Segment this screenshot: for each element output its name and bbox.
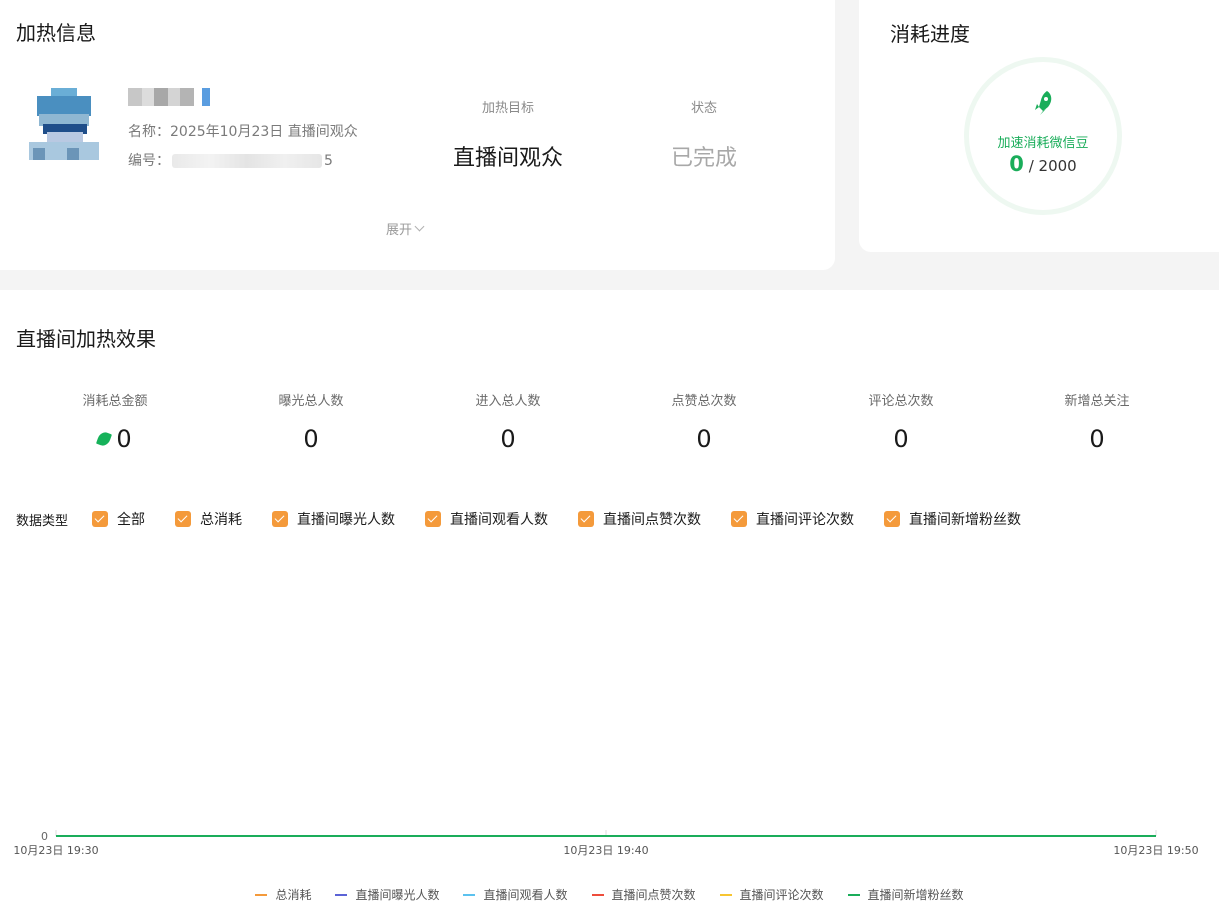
stat-new-follows: 新增总关注 0 [1007, 390, 1187, 453]
stat-label: 曝光总人数 [278, 394, 344, 409]
stat-value: 0 [1089, 425, 1105, 453]
name-label: 名称： [128, 124, 170, 140]
stat-label: 新增总关注 [1064, 394, 1130, 409]
account-name-blurred [128, 88, 220, 106]
filter-label: 直播间点赞次数 [603, 512, 702, 528]
legend-item[interactable]: 直播间曝光人数 [335, 886, 439, 903]
legend-item[interactable]: 直播间观看人数 [463, 886, 568, 903]
filter-viewers-checkbox[interactable]: 直播间观看人数 [425, 509, 548, 529]
stat-value: 0 [116, 425, 132, 453]
stat-exposure: 曝光总人数 0 [221, 390, 401, 453]
filter-exposure-checkbox[interactable]: 直播间曝光人数 [272, 509, 395, 529]
stat-label: 评论总次数 [868, 394, 934, 409]
y-tick-label: 0 [41, 830, 48, 843]
legend-item[interactable]: 直播间点赞次数 [591, 886, 696, 903]
legend-label: 直播间新增粉丝数 [867, 888, 964, 902]
legend-swatch [463, 893, 476, 896]
filter-likes-checkbox[interactable]: 直播间点赞次数 [578, 509, 701, 529]
stat-value: 0 [500, 425, 516, 453]
chevron-down-icon [414, 221, 425, 232]
filter-new-fans-checkbox[interactable]: 直播间新增粉丝数 [884, 509, 1021, 529]
progress-total: / 2000 [1028, 157, 1077, 175]
legend-label: 直播间评论次数 [739, 888, 824, 902]
filter-label: 总消耗 [200, 512, 243, 528]
effect-card: 直播间加热效果 消耗总金额 0 曝光总人数 0 进入总人数 0 点赞总次数 0 … [0, 290, 1219, 918]
legend-label: 总消耗 [275, 888, 312, 902]
expand-label: 展开 [386, 223, 413, 238]
data-type-filters: 数据类型 全部 总消耗 直播间曝光人数 直播间观看人数 直播间点赞次数 直播间评… [16, 509, 1051, 529]
plan-id-line: 编号： 5 [128, 150, 333, 170]
filter-label: 全部 [117, 512, 146, 528]
legend-swatch [847, 893, 860, 896]
progress-current: 0 [1009, 152, 1024, 176]
filter-comments-checkbox[interactable]: 直播间评论次数 [731, 509, 854, 529]
avatar [27, 88, 101, 162]
stat-total-cost: 消耗总金额 0 [25, 390, 205, 453]
heating-info-title: 加热信息 [16, 21, 96, 45]
stat-value: 0 [893, 425, 909, 453]
plan-id-suffix: 5 [324, 153, 333, 169]
plan-name: 2025年10月23日 直播间观众 [170, 124, 358, 140]
target-label: 加热目标 [481, 101, 534, 116]
progress-title: 消耗进度 [890, 22, 970, 46]
checkbox-checked-icon [884, 511, 901, 527]
filter-total-cost-checkbox[interactable]: 总消耗 [175, 509, 242, 529]
filter-label: 直播间评论次数 [756, 512, 855, 528]
plan-id-blurred [172, 154, 322, 168]
stat-value: 0 [303, 425, 319, 453]
filter-label: 直播间观看人数 [450, 512, 549, 528]
plan-name-line: 名称：2025年10月23日 直播间观众 [128, 121, 358, 141]
effect-title: 直播间加热效果 [16, 327, 156, 351]
stat-likes: 点赞总次数 0 [614, 390, 794, 453]
id-label: 编号： [128, 153, 170, 169]
filter-all-checkbox[interactable]: 全部 [92, 509, 145, 529]
stat-value: 0 [696, 425, 712, 453]
rocket-icon [1035, 91, 1052, 115]
legend-swatch [335, 893, 348, 896]
checkbox-checked-icon [578, 511, 595, 527]
stat-label: 点赞总次数 [671, 394, 737, 409]
legend-item[interactable]: 直播间评论次数 [719, 886, 824, 903]
x-tick-label: 10月23日 19:40 [563, 844, 648, 857]
legend-label: 直播间观看人数 [483, 888, 568, 902]
expand-button[interactable]: 展开 [386, 219, 425, 238]
legend-item[interactable]: 直播间新增粉丝数 [847, 886, 964, 903]
checkbox-checked-icon [272, 511, 289, 527]
target-value: 直播间观众 [452, 146, 563, 171]
stat-entered: 进入总人数 0 [418, 390, 598, 453]
x-tick-label: 10月23日 19:50 [1113, 844, 1198, 857]
wechat-bean-icon [96, 430, 113, 448]
filter-label: 直播间新增粉丝数 [909, 512, 1022, 528]
x-tick-label: 10月23日 19:30 [13, 844, 98, 857]
checkbox-checked-icon [425, 511, 442, 527]
stat-label: 消耗总金额 [82, 394, 148, 409]
status-value: 已完成 [670, 146, 737, 171]
status-stat: 状态 已完成 [614, 97, 794, 172]
legend-label: 直播间曝光人数 [355, 888, 440, 902]
checkbox-checked-icon [92, 511, 109, 527]
legend-swatch [255, 893, 268, 896]
progress-count: 0 / 2000 [969, 152, 1117, 176]
progress-ring: 加速消耗微信豆 0 / 2000 [964, 57, 1122, 215]
legend-swatch [591, 893, 604, 896]
checkbox-checked-icon [731, 511, 748, 527]
data-type-label: 数据类型 [16, 513, 69, 529]
status-label: 状态 [690, 101, 717, 116]
progress-label: 加速消耗微信豆 [997, 136, 1089, 151]
legend-swatch [719, 893, 732, 896]
heating-info-card: 加热信息 名称：2025年10月23日 直播间观众 编号： 5 加热目标 直播间观… [0, 0, 835, 270]
stat-comments: 评论总次数 0 [811, 390, 991, 453]
filter-label: 直播间曝光人数 [297, 512, 396, 528]
checkbox-checked-icon [175, 511, 192, 527]
legend-label: 直播间点赞次数 [611, 888, 696, 902]
legend-item[interactable]: 总消耗 [255, 886, 311, 903]
stat-label: 进入总人数 [475, 394, 541, 409]
chart-legend: 总消耗 直播间曝光人数 直播间观看人数 直播间点赞次数 直播间评论次数 直播间新增粉丝数 [0, 886, 1219, 903]
target-stat: 加热目标 直播间观众 [418, 97, 598, 172]
